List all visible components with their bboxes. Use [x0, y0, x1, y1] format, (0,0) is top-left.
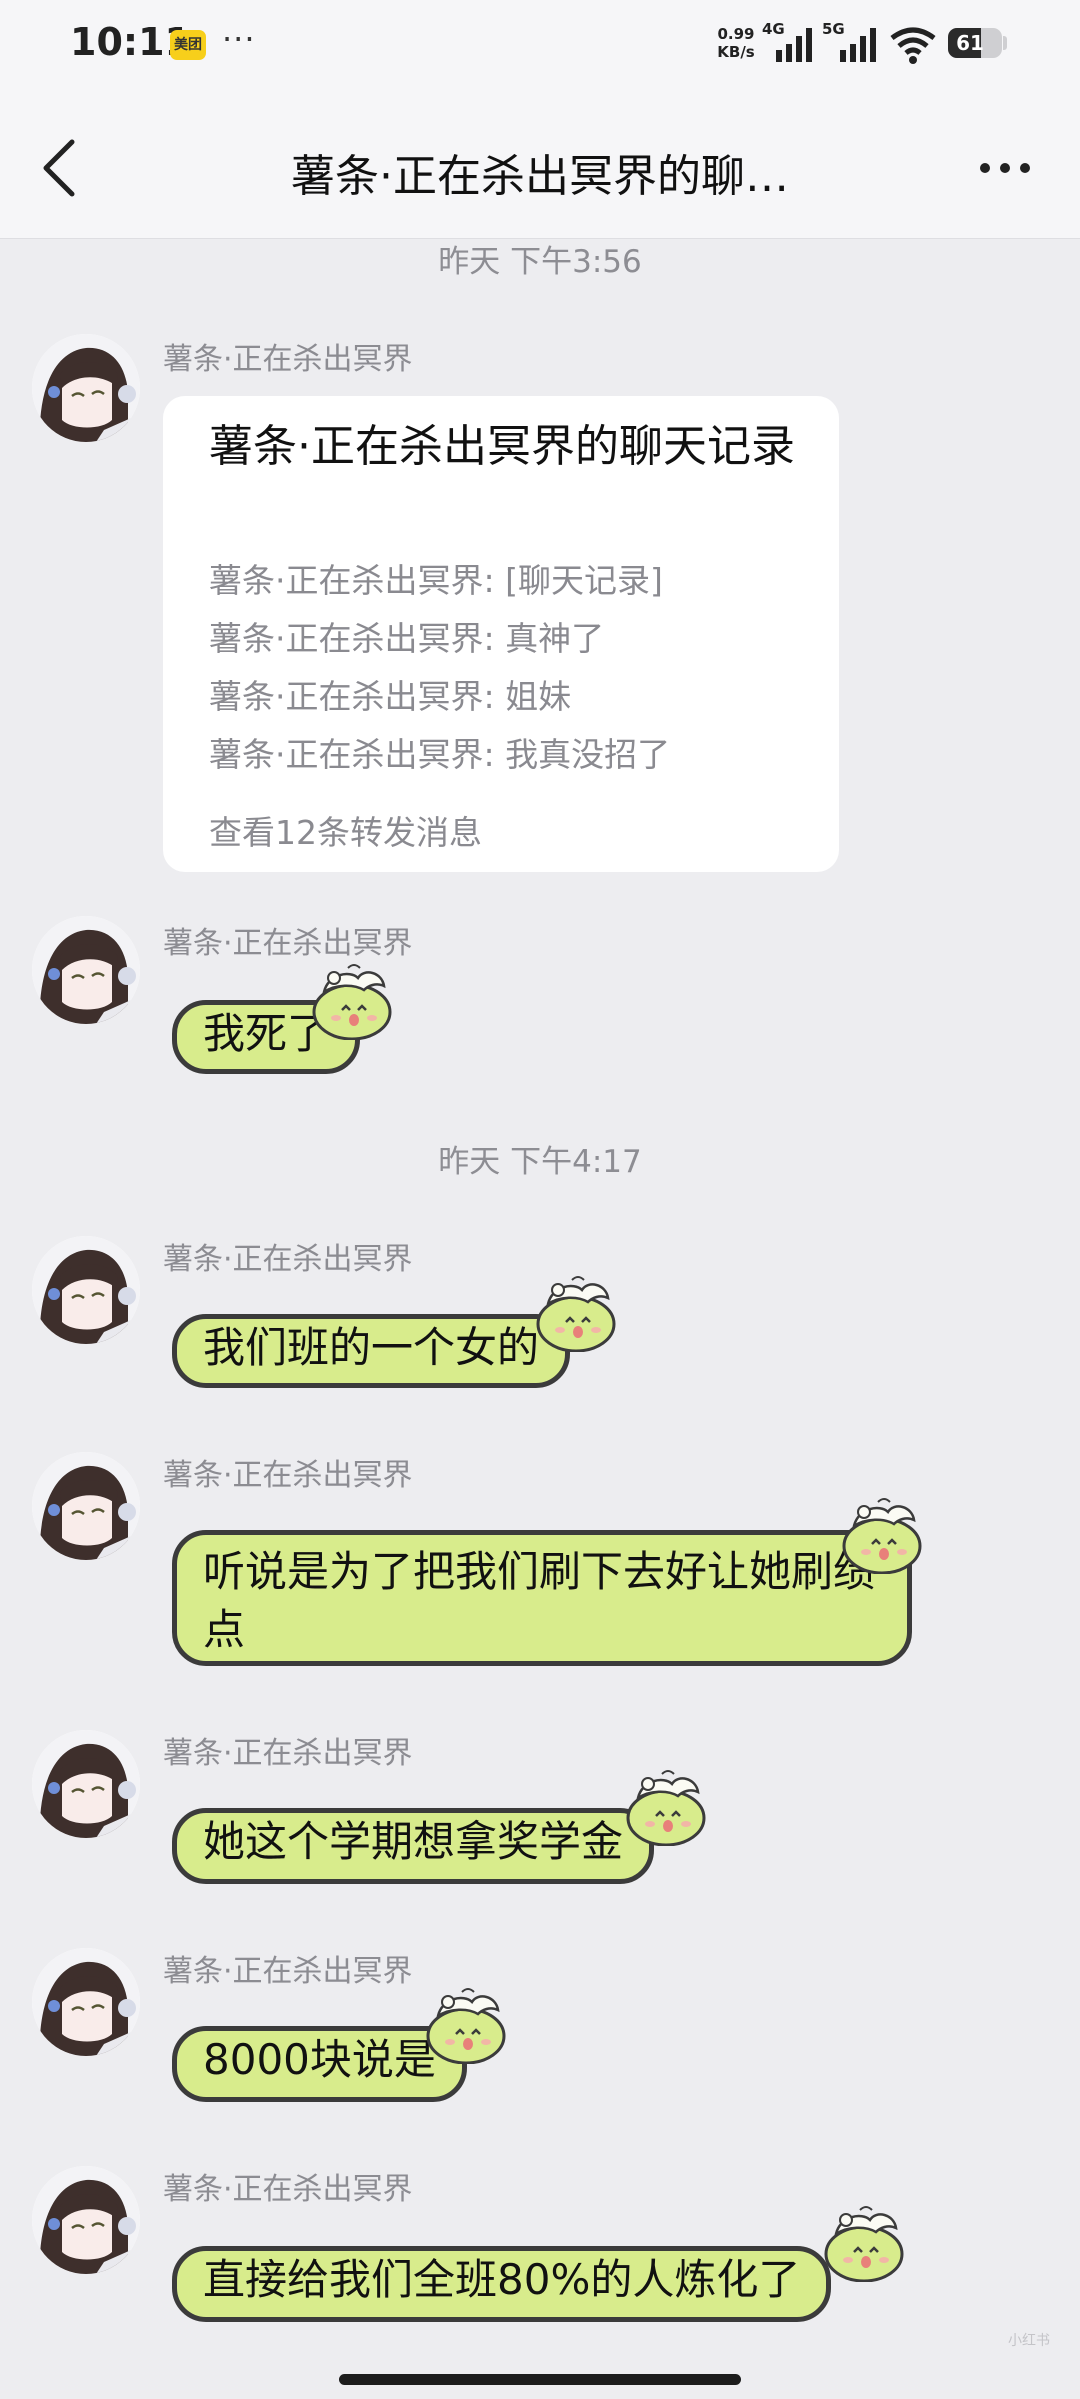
- avatar[interactable]: [32, 334, 140, 442]
- forwarded-record-title: 薯条·正在杀出冥界的聊天记录: [209, 421, 795, 472]
- net-speed-value: 0.99: [717, 25, 755, 43]
- avatar[interactable]: [32, 2166, 140, 2274]
- watermark: 小红书: [1008, 2333, 1050, 2349]
- message-bubble[interactable]: 她这个学期想拿奖学金: [172, 1808, 655, 1884]
- sim2-signal-icon: [840, 28, 876, 62]
- battery-tip: [1003, 36, 1007, 50]
- meituan-notification-icon: 美团: [170, 30, 206, 60]
- avatar[interactable]: [32, 1730, 140, 1838]
- forwarded-record-line: 薯条·正在杀出冥界: 我真没招了: [209, 735, 671, 774]
- chat-title: 薯条·正在杀出冥界的聊…: [291, 151, 789, 202]
- sender-name: 薯条·正在杀出冥界: [163, 926, 413, 961]
- message-bubble[interactable]: 我们班的一个女的: [172, 1314, 571, 1388]
- sender-name: 薯条·正在杀出冥界: [163, 1736, 413, 1771]
- sender-name: 薯条·正在杀出冥界: [163, 1458, 413, 1493]
- chat-header: 薯条·正在杀出冥界的聊…: [0, 96, 1080, 239]
- sim1-signal-icon: [776, 28, 812, 62]
- back-arrow-icon[interactable]: [36, 136, 86, 200]
- avatar[interactable]: [32, 1948, 140, 2056]
- bubble-sticker-icon: [620, 1766, 710, 1846]
- battery-icon: 61: [948, 28, 1002, 58]
- sender-name: 薯条·正在杀出冥界: [163, 1954, 413, 1989]
- more-notifications-icon: ···: [222, 20, 256, 58]
- net-speed-unit: KB/s: [717, 43, 755, 61]
- timestamp: 昨天 下午3:56: [438, 244, 642, 280]
- forwarded-chat-record-card[interactable]: 薯条·正在杀出冥界的聊天记录 薯条·正在杀出冥界: [聊天记录] 薯条·正在杀出…: [163, 396, 839, 872]
- bubble-sticker-icon: [420, 1984, 510, 2064]
- sender-name: 薯条·正在杀出冥界: [163, 342, 413, 377]
- message-bubble[interactable]: 直接给我们全班80%的人炼化了: [172, 2246, 832, 2322]
- status-bar: 10:11 美团 ··· 0.99 KB/s 4G 5G 61: [0, 0, 1080, 96]
- battery-level: 61: [956, 31, 984, 55]
- avatar[interactable]: [32, 1236, 140, 1344]
- avatar[interactable]: [32, 1452, 140, 1560]
- timestamp: 昨天 下午4:17: [438, 1144, 642, 1180]
- bubble-sticker-icon: [836, 1494, 926, 1574]
- bubble-sticker-icon: [306, 960, 396, 1040]
- more-options-icon[interactable]: [975, 148, 1035, 188]
- sender-name: 薯条·正在杀出冥界: [163, 2172, 413, 2207]
- avatar[interactable]: [32, 916, 140, 1024]
- bubble-sticker-icon: [818, 2202, 908, 2282]
- message-bubble[interactable]: 听说是为了把我们刷下去好让她刷绩点: [172, 1530, 912, 1666]
- wifi-icon: [890, 27, 936, 64]
- home-indicator[interactable]: [339, 2374, 741, 2385]
- view-forwarded-messages-link[interactable]: 查看12条转发消息: [209, 806, 482, 854]
- net-speed: 0.99 KB/s: [713, 25, 759, 61]
- bubble-sticker-icon: [530, 1272, 620, 1352]
- sender-name: 薯条·正在杀出冥界: [163, 1242, 413, 1277]
- forwarded-record-line: 薯条·正在杀出冥界: 姐妹: [209, 677, 572, 716]
- forwarded-record-line: 薯条·正在杀出冥界: [聊天记录]: [209, 561, 663, 600]
- forwarded-record-line: 薯条·正在杀出冥界: 真神了: [209, 619, 605, 658]
